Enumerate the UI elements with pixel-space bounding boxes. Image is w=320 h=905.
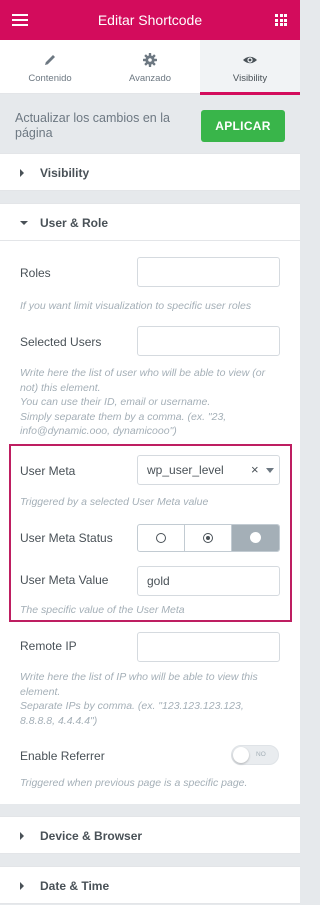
selected-users-description: Write here the list of user who will be … — [20, 366, 282, 439]
user-meta-value: wp_user_level — [147, 463, 224, 477]
editor-header: Editar Shortcode — [0, 0, 300, 40]
switch-state-label: NO — [256, 751, 266, 758]
caret-down-icon — [20, 221, 28, 225]
remote-ip-description: Write here the list of IP who will be ab… — [20, 670, 282, 728]
description-line: info@dynamic.ooo, dynamicooo") — [20, 425, 177, 437]
roles-input[interactable] — [137, 257, 280, 287]
tab-label: Visibility — [232, 73, 268, 84]
tab-avanzado[interactable]: Avanzado — [100, 40, 200, 94]
tab-visibility[interactable]: Visibility — [200, 40, 300, 95]
status-choice-empty[interactable] — [138, 525, 185, 551]
caret-right-icon — [20, 832, 24, 840]
tab-label: Avanzado — [128, 73, 172, 84]
description-line: You can use their ID, email or username. — [20, 396, 211, 408]
remote-ip-input[interactable] — [137, 632, 280, 662]
selected-users-input[interactable] — [137, 326, 280, 356]
status-choice-not-empty[interactable] — [185, 525, 232, 551]
caret-right-icon — [20, 882, 24, 890]
circle-outline-icon — [156, 533, 166, 543]
user-meta-status-choices — [137, 524, 280, 552]
description-line: element. — [20, 685, 61, 698]
tab-label: Contenido — [28, 73, 72, 84]
enable-referrer-label: Enable Referrer — [20, 749, 105, 763]
switch-knob — [233, 747, 249, 763]
description-line: Separate IPs by comma. (ex. "123.123.123… — [20, 700, 244, 712]
description-line: Write here the list of user who will be … — [20, 367, 266, 379]
user-meta-value-label: User Meta Value — [20, 573, 109, 587]
description-line: not) this element. — [20, 381, 101, 394]
user-meta-value-description: The specific value of the User Meta — [20, 604, 185, 616]
section-date-time[interactable]: Date & Time — [0, 866, 300, 904]
section-label: Visibility — [40, 166, 90, 180]
enable-referrer-switch[interactable]: NO — [231, 745, 279, 765]
tab-bar: Contenido Avanzado Visibility — [0, 40, 300, 95]
roles-description: If you want limit visualization to speci… — [20, 300, 252, 312]
section-label: Device & Browser — [40, 829, 143, 843]
eye-icon — [243, 56, 257, 64]
gear-icon — [143, 53, 157, 67]
section-user-role[interactable]: User & Role — [0, 203, 300, 241]
selected-users-label: Selected Users — [20, 335, 102, 349]
user-meta-status-label: User Meta Status — [20, 531, 113, 545]
tab-contenido[interactable]: Contenido — [0, 40, 100, 94]
section-label: Date & Time — [40, 879, 110, 893]
user-meta-select[interactable]: wp_user_level × — [137, 455, 280, 485]
panel-title: Editar Shortcode — [97, 12, 203, 28]
update-text: Actualizar los cambios en la página — [15, 111, 170, 140]
pencil-icon — [45, 55, 55, 65]
status-choice-value[interactable] — [232, 525, 279, 551]
chevron-down-icon[interactable] — [266, 468, 274, 473]
enable-referrer-description: Triggered when previous page is a specif… — [20, 777, 248, 789]
radio-dot — [206, 536, 210, 540]
roles-label: Roles — [20, 266, 51, 280]
apply-button[interactable]: APLICAR — [201, 110, 285, 142]
description-line: Simply separate them by a comma. (ex. "2… — [20, 410, 227, 423]
grid-icon[interactable] — [275, 14, 287, 26]
clear-icon[interactable]: × — [251, 456, 259, 484]
description-line: Write here the list of IP who will be ab… — [20, 671, 258, 683]
caret-right-icon — [20, 169, 24, 177]
filled-circle-icon — [250, 532, 261, 543]
section-device-browser[interactable]: Device & Browser — [0, 816, 300, 854]
description-line: 8.8.8.8, 4.4.4.4") — [20, 714, 98, 727]
user-meta-label: User Meta — [20, 464, 76, 478]
user-meta-description: Triggered by a selected User Meta value — [20, 496, 209, 508]
section-label: User & Role — [40, 216, 109, 230]
section-visibility[interactable]: Visibility — [0, 153, 300, 191]
remote-ip-label: Remote IP — [20, 639, 77, 653]
user-meta-value-input[interactable]: gold — [137, 566, 280, 596]
